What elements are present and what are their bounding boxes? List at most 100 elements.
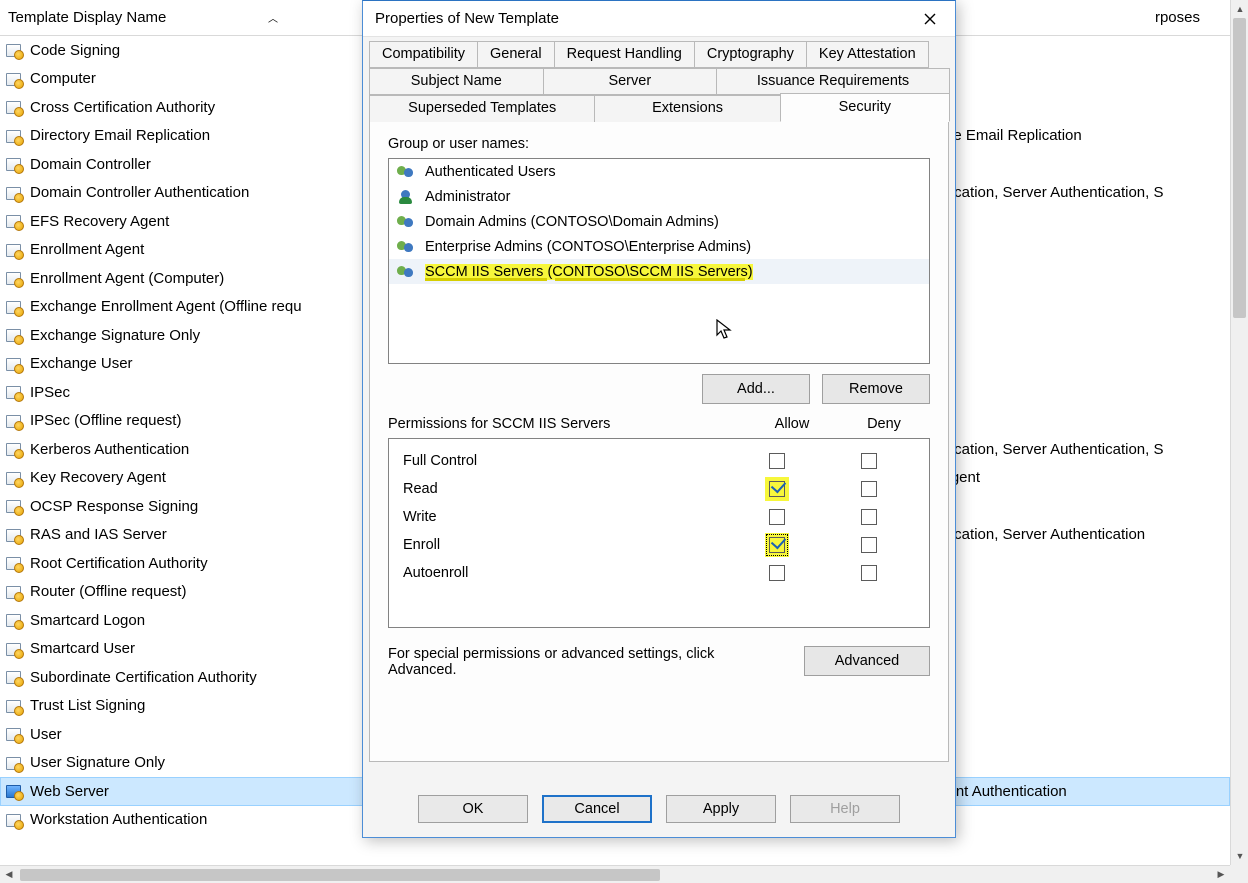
- column-header-name[interactable]: Template Display Name: [8, 9, 166, 26]
- cert-template-icon: [6, 555, 22, 571]
- tab-cryptography[interactable]: Cryptography: [694, 41, 807, 68]
- vertical-scrollbar[interactable]: ▲ ▼: [1230, 0, 1248, 865]
- add-button[interactable]: Add...: [702, 374, 810, 404]
- allow-header: Allow: [746, 416, 838, 432]
- permission-name: Enroll: [403, 537, 440, 553]
- tab-key-attestation[interactable]: Key Attestation: [806, 41, 929, 68]
- allow-checkbox[interactable]: [769, 453, 785, 469]
- tab-superseded-templates[interactable]: Superseded Templates: [369, 95, 595, 122]
- deny-checkbox[interactable]: [861, 453, 877, 469]
- cert-template-icon: [6, 441, 22, 457]
- cert-template-icon: [6, 612, 22, 628]
- tab-server[interactable]: Server: [543, 68, 718, 95]
- scroll-thumb[interactable]: [1233, 18, 1246, 318]
- principal-label: Authenticated Users: [425, 164, 556, 180]
- template-purposes: rvice Email Replication: [930, 127, 1230, 144]
- deny-header: Deny: [838, 416, 930, 432]
- permission-row: Full Control: [403, 447, 915, 475]
- scroll-corner: [1230, 865, 1248, 883]
- tab-strip: Compatibility General Request Handling C…: [369, 41, 949, 762]
- allow-checkbox[interactable]: [769, 565, 785, 581]
- permission-name: Write: [403, 509, 731, 525]
- principal-label: SCCM IIS Servers (CONTOSO\SCCM IIS Serve…: [425, 264, 753, 280]
- principals-listbox[interactable]: Authenticated Users Administrator Domain A…: [388, 158, 930, 364]
- cancel-button[interactable]: Cancel: [542, 795, 652, 823]
- template-purposes: g: [930, 498, 1230, 515]
- cert-template-icon: [6, 470, 22, 486]
- deny-checkbox[interactable]: [861, 537, 877, 553]
- tab-general[interactable]: General: [477, 41, 555, 68]
- cert-template-icon: [6, 641, 22, 657]
- group-icon: [397, 214, 417, 230]
- close-button[interactable]: [909, 5, 951, 33]
- scroll-left-icon[interactable]: ◀: [0, 866, 18, 883]
- cert-template-icon: [6, 128, 22, 144]
- tab-extensions[interactable]: Extensions: [594, 95, 780, 122]
- cert-template-icon: [6, 698, 22, 714]
- tab-subject-name[interactable]: Subject Name: [369, 68, 544, 95]
- template-purposes: entication, Server Authentication, S: [930, 441, 1230, 458]
- cert-template-icon: [6, 356, 22, 372]
- cert-template-icon: [6, 413, 22, 429]
- cert-template-icon: [6, 812, 22, 828]
- permissions-box: Full Control Read Write Enroll Autoenroll: [388, 438, 930, 628]
- cert-template-icon: [6, 213, 22, 229]
- permissions-label: Permissions for SCCM IIS Servers: [388, 416, 746, 432]
- scroll-up-icon[interactable]: ▲: [1231, 0, 1248, 18]
- cert-template-icon: [6, 71, 22, 87]
- permission-row: Enroll: [403, 531, 915, 559]
- principal-item[interactable]: Authenticated Users: [389, 159, 929, 184]
- user-icon: [397, 189, 417, 205]
- scroll-right-icon[interactable]: ▶: [1212, 866, 1230, 883]
- permission-name: Full Control: [403, 453, 731, 469]
- deny-checkbox[interactable]: [861, 565, 877, 581]
- group-icon: [397, 264, 417, 280]
- horizontal-scrollbar[interactable]: ◀ ▶: [0, 865, 1230, 883]
- tab-request-handling[interactable]: Request Handling: [554, 41, 695, 68]
- cert-template-icon: [6, 156, 22, 172]
- template-purposes: y Agent: [930, 469, 1230, 486]
- tab-compatibility[interactable]: Compatibility: [369, 41, 478, 68]
- permission-name: Autoenroll: [403, 565, 731, 581]
- principal-item[interactable]: SCCM IIS Servers (CONTOSO\SCCM IIS Serve…: [389, 259, 929, 284]
- template-purposes: entication, Server Authentication: [930, 526, 1230, 543]
- tab-issuance-requirements[interactable]: Issuance Requirements: [716, 68, 950, 95]
- allow-checkbox[interactable]: [769, 509, 785, 525]
- scroll-thumb[interactable]: [20, 869, 660, 881]
- cert-template-icon: [6, 185, 22, 201]
- cert-template-icon: [6, 99, 22, 115]
- allow-checkbox[interactable]: [769, 537, 785, 553]
- cert-template-icon: [6, 384, 22, 400]
- permission-name: Read: [403, 481, 731, 497]
- cert-template-icon: [6, 327, 22, 343]
- cert-template-icon: [6, 726, 22, 742]
- principal-item[interactable]: Enterprise Admins (CONTOSO\Enterprise Ad…: [389, 234, 929, 259]
- cert-template-icon: [6, 669, 22, 685]
- cert-template-icon: [6, 527, 22, 543]
- security-tab-panel: Group or user names: Authenticated Users…: [369, 122, 949, 762]
- remove-button[interactable]: Remove: [822, 374, 930, 404]
- cert-template-icon: [6, 270, 22, 286]
- allow-checkbox[interactable]: [769, 481, 785, 497]
- principal-label: Domain Admins (CONTOSO\Domain Admins): [425, 214, 719, 230]
- ok-button[interactable]: OK: [418, 795, 528, 823]
- dialog-title: Properties of New Template: [375, 10, 909, 27]
- group-names-label: Group or user names:: [388, 136, 930, 152]
- principal-item[interactable]: Domain Admins (CONTOSO\Domain Admins): [389, 209, 929, 234]
- deny-checkbox[interactable]: [861, 509, 877, 525]
- permission-row: Write: [403, 503, 915, 531]
- column-header-purposes[interactable]: rposes: [1155, 9, 1240, 26]
- tab-security[interactable]: Security: [780, 93, 950, 122]
- group-icon: [397, 239, 417, 255]
- permission-row: Read: [403, 475, 915, 503]
- cert-template-icon: [6, 42, 22, 58]
- close-icon: [924, 13, 936, 25]
- advanced-button[interactable]: Advanced: [804, 646, 930, 676]
- deny-checkbox[interactable]: [861, 481, 877, 497]
- scroll-down-icon[interactable]: ▼: [1231, 847, 1248, 865]
- principal-label: Enterprise Admins (CONTOSO\Enterprise Ad…: [425, 239, 751, 255]
- help-button[interactable]: Help: [790, 795, 900, 823]
- principal-item[interactable]: Administrator: [389, 184, 929, 209]
- dialog-titlebar[interactable]: Properties of New Template: [363, 1, 955, 37]
- apply-button[interactable]: Apply: [666, 795, 776, 823]
